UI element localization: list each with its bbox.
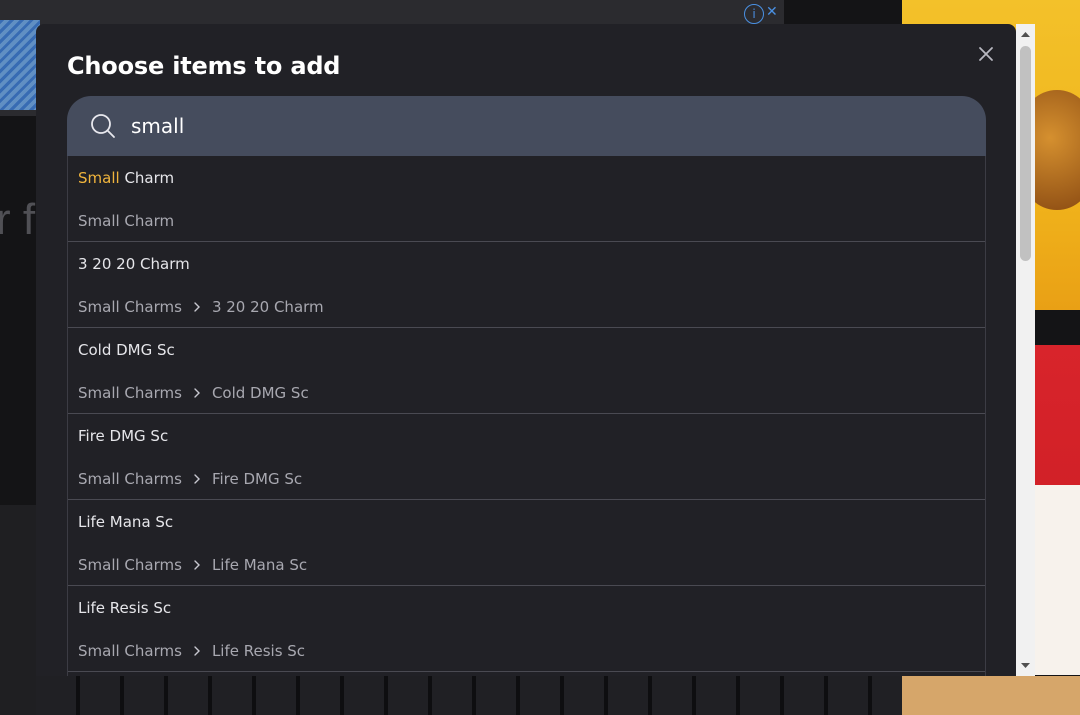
result-path-leaf: Fire DMG Sc [211,470,303,488]
result-path-root: Small Charms [78,298,182,316]
result-name-rest: Cold DMG Sc [78,341,175,359]
result-path-root: Small Charms [78,642,182,660]
result-name: Life Mana Sc [78,513,173,531]
result-name-rest: 3 20 20 Charm [78,255,190,273]
close-button[interactable] [974,42,998,66]
result-item[interactable]: Small Charm Small Charm [68,156,985,242]
background-bottom-strip [36,676,902,715]
search-icon [91,114,115,138]
ad-info-icon: i [744,4,764,24]
result-path: Small Charms Fire DMG Sc [78,470,302,488]
result-path-leaf: 3 20 20 Charm [211,298,324,316]
result-path-leaf: Life Resis Sc [211,642,306,660]
result-item[interactable]: Cold DMG Sc Small Charms Cold DMG Sc [68,328,985,414]
result-item[interactable]: 3 20 20 Charm Small Charms 3 20 20 Charm [68,242,985,328]
search-input[interactable] [129,110,953,142]
result-path-leaf: Life Mana Sc [211,556,308,574]
result-path: Small Charms Life Mana Sc [78,556,307,574]
scroll-down-button[interactable] [1016,657,1035,674]
result-path-root: Small Charms [78,470,182,488]
chevron-right-icon [194,388,200,398]
chevron-right-icon [194,560,200,570]
ad-product-image [1032,485,1080,675]
scroll-up-button[interactable] [1016,26,1035,43]
result-name-rest: Life Mana Sc [78,513,174,531]
background-ad-artwork [0,20,40,110]
result-path-leaf: Cold DMG Sc [211,384,309,402]
result-name: Cold DMG Sc [78,341,175,359]
result-name-rest: Charm [119,169,175,187]
search-box[interactable] [67,96,986,156]
result-name-highlight: Small [78,169,120,187]
result-path-root: Small Charms [78,556,182,574]
ad-close-icon: ✕ [766,4,778,20]
result-name: Fire DMG Sc [78,427,168,445]
result-path: Small Charm [78,212,174,230]
chevron-right-icon [194,646,200,656]
scrollbar[interactable] [1016,24,1035,676]
result-path-root: Small Charm [78,212,175,230]
dialog-title: Choose items to add [67,52,341,80]
result-name: Life Resis Sc [78,599,171,617]
result-name-rest: Fire DMG Sc [78,427,169,445]
result-path: Small Charms Cold DMG Sc [78,384,309,402]
triangle-up-icon [1021,32,1030,37]
choose-items-dialog: Choose items to add Small Charm Small Ch… [36,24,1016,676]
chevron-right-icon [194,302,200,312]
result-item[interactable]: Fire DMG Sc Small Charms Fire DMG Sc [68,414,985,500]
background-side-ad-3 [902,676,1080,715]
scrollbar-thumb[interactable] [1020,46,1031,261]
result-name: Small Charm [78,169,174,187]
triangle-down-icon [1021,663,1030,668]
result-path-root: Small Charms [78,384,182,402]
result-name: 3 20 20 Charm [78,255,190,273]
result-path: Small Charms Life Resis Sc [78,642,305,660]
close-icon [979,47,993,61]
chevron-right-icon [194,474,200,484]
result-name-rest: Life Resis Sc [78,599,172,617]
result-path: Small Charms 3 20 20 Charm [78,298,324,316]
result-item[interactable]: Life Resis Sc Small Charms Life Resis Sc [68,586,985,672]
result-item[interactable]: Life Mana Sc Small Charms Life Mana Sc [68,500,985,586]
results-list: Small Charm Small Charm 3 20 20 Charm Sm… [67,156,986,676]
